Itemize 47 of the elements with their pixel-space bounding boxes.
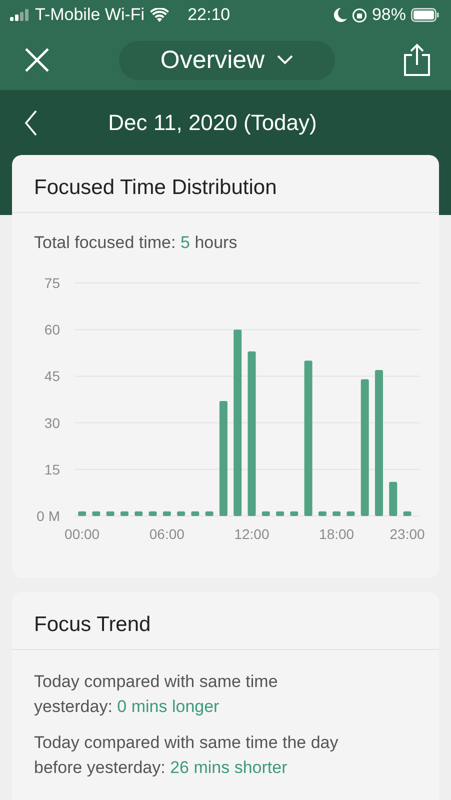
bar	[318, 511, 326, 516]
clock-time: 22:10	[188, 5, 230, 25]
view-dropdown[interactable]: Overview	[118, 40, 334, 80]
bar	[262, 511, 270, 516]
axis-label: 06:00	[149, 526, 184, 542]
bar	[191, 511, 200, 516]
bar	[290, 511, 298, 516]
card-title: Focused Time Distribution	[12, 155, 439, 213]
axis-label: 45	[44, 368, 60, 384]
axis-label: 15	[44, 461, 60, 478]
bar	[78, 511, 86, 516]
axis-label: 00:00	[64, 526, 100, 542]
bar	[177, 511, 186, 516]
close-icon[interactable]	[24, 47, 50, 73]
bar	[120, 511, 128, 516]
card-title: Focus Trend	[12, 592, 439, 650]
total-focused-time: Total focused time: 5 hours	[33, 232, 238, 254]
carrier-name: T-Mobile Wi-Fi	[35, 5, 145, 25]
bar	[332, 511, 341, 516]
axis-label: 30	[44, 414, 60, 431]
comparison-text: Today compared with same time the day before yesterday: 26 mins shorter	[34, 732, 339, 779]
rotation-lock-icon	[352, 8, 367, 22]
bar	[205, 511, 214, 516]
moon-icon	[334, 8, 347, 22]
axis-label: 23:00	[390, 526, 425, 542]
bar	[134, 511, 143, 516]
wifi-icon	[150, 8, 169, 22]
axis-label: 12:00	[234, 526, 270, 542]
comparison-text: Today compared with same time yesterday: 0 mins longer	[34, 671, 279, 718]
battery-percent: 98%	[372, 5, 406, 25]
axis-label: 60	[44, 322, 60, 338]
date-label: Dec 11, 2020 (Today)	[107, 110, 318, 136]
axis-label: 75	[44, 275, 60, 291]
bar	[92, 511, 100, 516]
axis-label: 18:00	[319, 526, 354, 542]
bar	[276, 511, 284, 516]
bar	[403, 511, 412, 516]
axis-label: 0 M	[36, 508, 60, 524]
bar	[106, 511, 114, 516]
bar	[162, 511, 171, 516]
signal-icon	[10, 9, 30, 21]
battery-icon	[411, 8, 439, 22]
bar	[389, 482, 398, 516]
chevron-down-icon	[276, 55, 293, 65]
bar	[148, 511, 157, 516]
bar	[346, 511, 355, 516]
share-icon[interactable]	[403, 43, 431, 77]
